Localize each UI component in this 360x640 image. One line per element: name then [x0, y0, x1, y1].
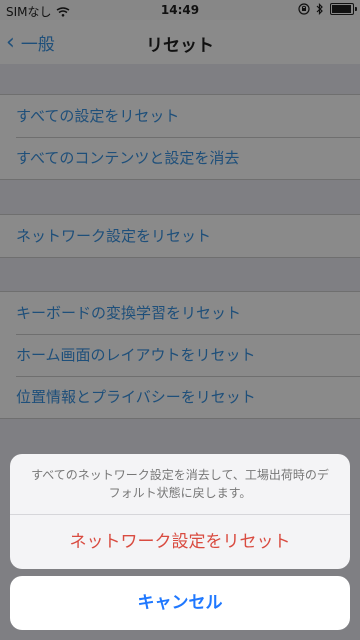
reset-network-row[interactable]: ネットワーク設定をリセット	[0, 215, 360, 257]
reset-all-settings-row[interactable]: すべての設定をリセット	[0, 95, 360, 137]
reset-keyboard-dictionary-row[interactable]: キーボードの変換学習をリセット	[0, 292, 360, 334]
reset-network-confirm-button[interactable]: ネットワーク設定をリセット	[10, 515, 350, 569]
reset-location-privacy-row[interactable]: 位置情報とプライバシーをリセット	[0, 376, 360, 418]
reset-home-layout-row[interactable]: ホーム画面のレイアウトをリセット	[0, 334, 360, 376]
page-title: リセット	[146, 36, 214, 56]
action-sheet: すべてのネットワーク設定を消去して、工場出荷時のデフォルト状態に戻します。 ネッ…	[10, 454, 350, 569]
status-right	[298, 3, 357, 15]
group-other-resets: キーボードの変換学習をリセット ホーム画面のレイアウトをリセット 位置情報とプラ…	[0, 291, 360, 419]
erase-all-content-row[interactable]: すべてのコンテンツと設定を消去	[0, 137, 360, 179]
group-reset-settings: すべての設定をリセット すべてのコンテンツと設定を消去	[0, 94, 360, 180]
battery-icon	[330, 3, 357, 15]
cancel-button[interactable]: キャンセル	[10, 576, 350, 630]
bluetooth-icon	[316, 3, 323, 15]
navigation-bar: ‹ 一般 リセット	[0, 20, 360, 65]
action-sheet-message: すべてのネットワーク設定を消去して、工場出荷時のデフォルト状態に戻します。	[31, 468, 329, 500]
status-bar: SIMなし 14:49	[0, 0, 360, 20]
group-network: ネットワーク設定をリセット	[0, 214, 360, 258]
rotation-lock-icon	[298, 3, 310, 15]
